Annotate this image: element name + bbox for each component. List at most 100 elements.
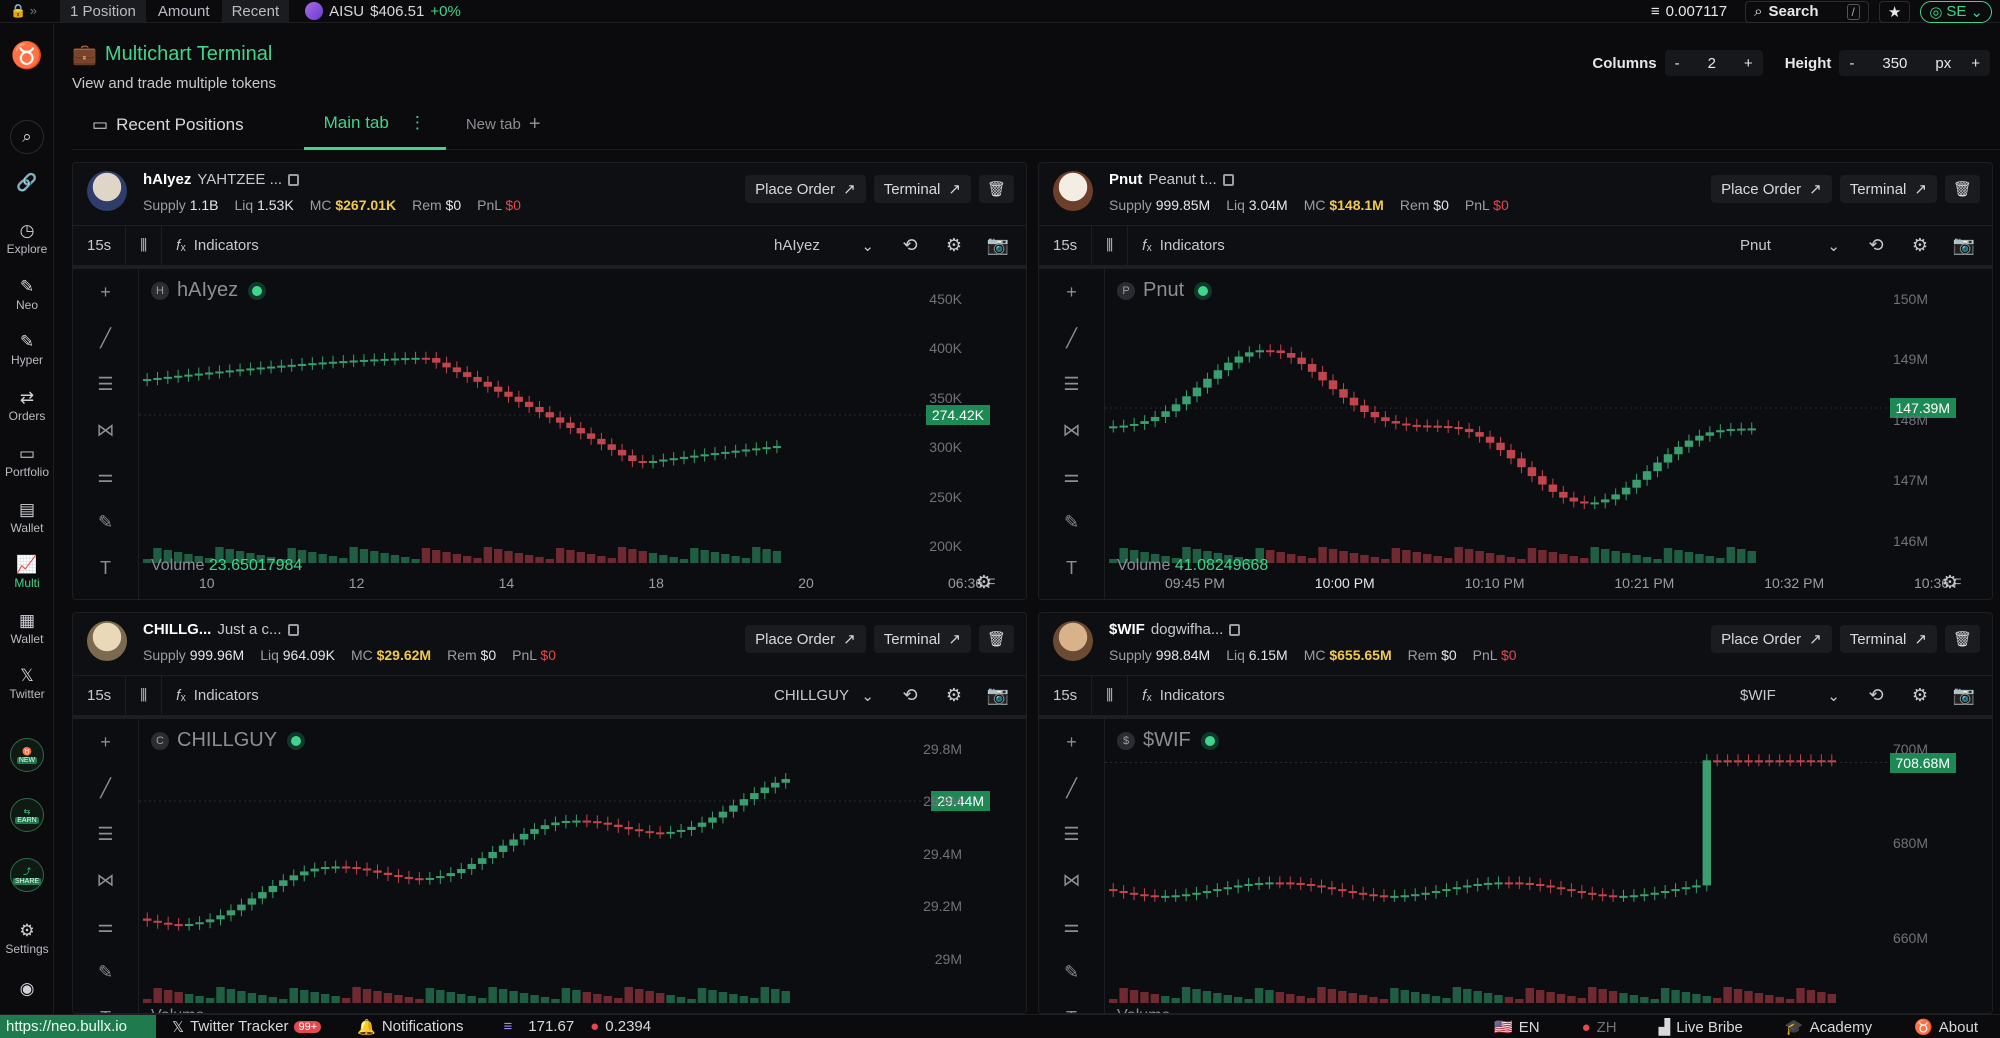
pattern-icon[interactable]: ⋈ bbox=[73, 407, 138, 453]
chart-plot[interactable]: H hAIyez Volume 23.65017984 274.42K 450K… bbox=[139, 269, 1026, 599]
academy-button[interactable]: 🎓 Academy bbox=[1785, 1018, 1872, 1037]
height-increase-button[interactable]: + bbox=[1961, 55, 1990, 72]
prediction-icon[interactable]: ⚌ bbox=[1039, 453, 1104, 499]
gear-icon[interactable]: ⚙ bbox=[1898, 235, 1942, 256]
tab-main[interactable]: Main tab ⋮ bbox=[303, 100, 446, 150]
gear-icon[interactable]: ⚙ bbox=[1898, 685, 1942, 706]
indicators-button[interactable]: 𝑓ₓ Indicators bbox=[162, 676, 273, 715]
search-button[interactable]: ⌕ Search / bbox=[1745, 0, 1869, 23]
crosshair-icon[interactable]: + bbox=[73, 269, 138, 315]
fib-icon[interactable]: ☰ bbox=[1039, 811, 1104, 857]
sidebar-item-settings[interactable]: ⚙ Settings bbox=[0, 922, 54, 957]
chart-area[interactable]: + ╱ ☰ ⋈ ⚌ ✎ T C CHILLGUY Volume bbox=[73, 719, 1026, 1013]
lang-en-button[interactable]: 🇺🇸 EN bbox=[1494, 1018, 1540, 1037]
token-name[interactable]: $WIF dogwifha... bbox=[1109, 621, 1241, 638]
copy-icon[interactable] bbox=[288, 173, 300, 186]
brush-icon[interactable]: ✎ bbox=[1039, 499, 1104, 545]
fib-icon[interactable]: ☰ bbox=[73, 811, 138, 857]
chart-area[interactable]: + ╱ ☰ ⋈ ⚌ ✎ T $ $WIF Volume 708 bbox=[1039, 719, 1992, 1013]
prediction-icon[interactable]: ⚌ bbox=[1039, 903, 1104, 949]
replay-icon[interactable]: ⟲ bbox=[1854, 235, 1898, 256]
trendline-icon[interactable]: ╱ bbox=[73, 765, 138, 811]
camera-icon[interactable]: 📷 bbox=[976, 235, 1020, 256]
copy-icon[interactable] bbox=[287, 623, 299, 636]
interval-button[interactable]: 15s bbox=[73, 676, 127, 715]
columns-value[interactable]: 2 bbox=[1690, 55, 1734, 72]
new-badge[interactable]: ♉ NEW bbox=[10, 738, 44, 772]
brush-icon[interactable]: ✎ bbox=[73, 499, 138, 545]
link-icon[interactable]: 🔗 bbox=[0, 174, 54, 194]
camera-icon[interactable]: 📷 bbox=[1942, 685, 1986, 706]
trash-icon[interactable]: 🗑 bbox=[1944, 625, 1980, 653]
camera-icon[interactable]: 📷 bbox=[1942, 235, 1986, 256]
copy-icon[interactable] bbox=[1222, 173, 1234, 186]
sidebar-item-wallet-2[interactable]: ▦ Wallet bbox=[0, 612, 54, 647]
balance[interactable]: ≡ 0.007117 bbox=[1643, 1, 1735, 23]
place-order-button[interactable]: Place Order ↗ bbox=[1711, 625, 1832, 653]
ticker-aisu[interactable]: AISU $406.51 +0% bbox=[305, 2, 461, 20]
columns-increase-button[interactable]: + bbox=[1734, 55, 1763, 72]
sidebar-item-wallet[interactable]: ▤ Wallet bbox=[0, 501, 54, 536]
copy-icon[interactable] bbox=[1229, 623, 1241, 636]
indicators-button[interactable]: 𝑓ₓ Indicators bbox=[1128, 226, 1239, 265]
prediction-icon[interactable]: ⚌ bbox=[73, 453, 138, 499]
place-order-button[interactable]: Place Order ↗ bbox=[745, 175, 866, 203]
fib-icon[interactable]: ☰ bbox=[1039, 361, 1104, 407]
candle-type-icon[interactable]: ⫼ bbox=[1092, 226, 1129, 265]
symbol-select[interactable]: Pnut ⌄ bbox=[1726, 237, 1854, 255]
terminal-button[interactable]: Terminal ↗ bbox=[873, 625, 971, 653]
replay-icon[interactable]: ⟲ bbox=[888, 235, 932, 256]
brush-icon[interactable]: ✎ bbox=[1039, 949, 1104, 995]
chart-area[interactable]: + ╱ ☰ ⋈ ⚌ ✎ T P Pnut Volume 41.08249668 bbox=[1039, 269, 1992, 599]
indicators-button[interactable]: 𝑓ₓ Indicators bbox=[162, 226, 273, 265]
star-icon[interactable]: ★ bbox=[1878, 0, 1911, 23]
indicators-button[interactable]: 𝑓ₓ Indicators bbox=[1128, 676, 1239, 715]
sidebar-item-hyper[interactable]: ✎ Hyper bbox=[0, 333, 54, 368]
terminal-button[interactable]: Terminal ↗ bbox=[1839, 625, 1937, 653]
pattern-icon[interactable]: ⋈ bbox=[73, 857, 138, 903]
place-order-button[interactable]: Place Order ↗ bbox=[1711, 175, 1832, 203]
place-order-button[interactable]: Place Order ↗ bbox=[745, 625, 866, 653]
sidebar-item-multi[interactable]: 📈 Multi bbox=[0, 556, 54, 591]
token-avatar[interactable] bbox=[1053, 621, 1093, 661]
live-bribe-button[interactable]: ▟ Live Bribe bbox=[1659, 1018, 1743, 1037]
crosshair-icon[interactable]: + bbox=[1039, 719, 1104, 765]
share-badge[interactable]: ⤴ SHARE bbox=[10, 858, 44, 892]
chart-settings-icon[interactable]: ⚙ bbox=[1942, 572, 1958, 593]
camera-icon[interactable]: 📷 bbox=[976, 685, 1020, 706]
gear-icon[interactable]: ⚙ bbox=[932, 235, 976, 256]
crosshair-icon[interactable]: + bbox=[73, 719, 138, 765]
tab-new[interactable]: New tab + bbox=[446, 100, 561, 150]
replay-icon[interactable]: ⟲ bbox=[1854, 685, 1898, 706]
fib-icon[interactable]: ☰ bbox=[73, 361, 138, 407]
replay-icon[interactable]: ⟲ bbox=[888, 685, 932, 706]
text-icon[interactable]: T bbox=[73, 995, 138, 1014]
token-avatar[interactable] bbox=[1053, 171, 1093, 211]
token-name[interactable]: hAIyez YAHTZEE ... bbox=[143, 171, 300, 188]
candle-type-icon[interactable]: ⫼ bbox=[1092, 676, 1129, 715]
lang-zh-button[interactable]: ● ZH bbox=[1582, 1019, 1617, 1036]
pattern-icon[interactable]: ⋈ bbox=[1039, 857, 1104, 903]
search-icon[interactable]: ⌕ bbox=[0, 120, 54, 154]
trendline-icon[interactable]: ╱ bbox=[1039, 315, 1104, 361]
height-stepper[interactable]: - 350 px + bbox=[1839, 50, 1990, 76]
earn-badge[interactable]: ⇆ EARN bbox=[10, 798, 44, 832]
text-icon[interactable]: T bbox=[1039, 995, 1104, 1014]
symbol-select[interactable]: $WIF ⌄ bbox=[1726, 687, 1854, 705]
interval-button[interactable]: 15s bbox=[73, 226, 127, 265]
notifications-button[interactable]: 🔔 Notifications bbox=[357, 1018, 463, 1036]
interval-button[interactable]: 15s bbox=[1039, 676, 1093, 715]
terminal-button[interactable]: Terminal ↗ bbox=[1839, 175, 1937, 203]
interval-button[interactable]: 15s bbox=[1039, 226, 1093, 265]
candle-type-icon[interactable]: ⫼ bbox=[126, 226, 163, 265]
tab-positions[interactable]: 1 Position bbox=[60, 0, 146, 22]
chart-plot[interactable]: $ $WIF Volume 708.68M 700M680M660M bbox=[1105, 719, 1992, 1013]
brush-icon[interactable]: ✎ bbox=[73, 949, 138, 995]
tab-recent-positions[interactable]: ▭ Recent Positions bbox=[72, 100, 264, 150]
prediction-icon[interactable]: ⚌ bbox=[73, 903, 138, 949]
sidebar-item-explore[interactable]: ◷ Explore bbox=[0, 222, 54, 257]
trendline-icon[interactable]: ╱ bbox=[1039, 765, 1104, 811]
profile-icon[interactable]: ◉ bbox=[0, 980, 54, 1000]
account-button[interactable]: ◎ SE ⌄ bbox=[1920, 0, 1992, 23]
crosshair-icon[interactable]: + bbox=[1039, 269, 1104, 315]
